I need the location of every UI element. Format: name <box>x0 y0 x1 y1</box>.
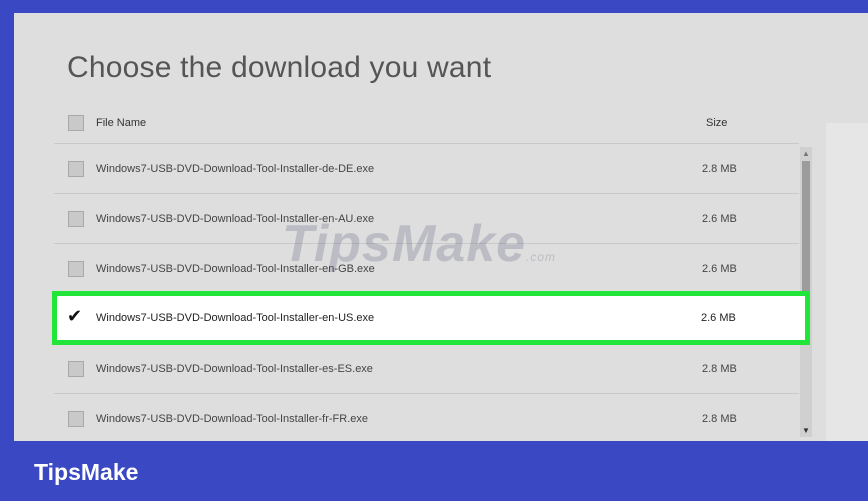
brand-bar: TipsMake <box>0 441 868 501</box>
scroll-up-arrow-icon[interactable]: ▲ <box>802 149 810 158</box>
file-name: Windows7-USB-DVD-Download-Tool-Installer… <box>96 363 373 375</box>
file-row[interactable]: Windows7-USB-DVD-Download-Tool-Installer… <box>54 143 799 194</box>
page-title: Choose the download you want <box>67 51 492 84</box>
file-list: Windows7-USB-DVD-Download-Tool-Installer… <box>52 143 810 441</box>
file-checkbox-checked[interactable]: ✔ <box>67 306 84 326</box>
file-size: 2.6 MB <box>702 263 737 275</box>
scrollbar-thumb[interactable] <box>802 161 810 311</box>
list-header: File Name Size <box>66 111 806 135</box>
file-row-selected[interactable]: ✔ Windows7-USB-DVD-Download-Tool-Install… <box>52 291 810 345</box>
select-all-checkbox[interactable] <box>68 115 84 131</box>
watermark: TipsMake.com <box>282 215 557 273</box>
file-name: Windows7-USB-DVD-Download-Tool-Installer… <box>96 312 375 324</box>
file-row[interactable]: Windows7-USB-DVD-Download-Tool-Installer… <box>54 393 799 441</box>
file-name: Windows7-USB-DVD-Download-Tool-Installer… <box>96 163 375 175</box>
file-name: Windows7-USB-DVD-Download-Tool-Installer… <box>96 413 369 425</box>
file-checkbox[interactable] <box>68 161 84 177</box>
column-header-file-name: File Name <box>96 117 147 129</box>
column-header-size: Size <box>706 117 728 129</box>
file-size: 2.8 MB <box>702 163 737 175</box>
file-size: 2.8 MB <box>702 363 737 375</box>
file-size: 2.6 MB <box>701 312 736 324</box>
file-size: 2.8 MB <box>702 413 737 425</box>
scroll-down-arrow-icon[interactable]: ▼ <box>802 426 810 435</box>
file-checkbox[interactable] <box>68 361 84 377</box>
file-checkbox[interactable] <box>68 411 84 427</box>
brand-logo-text: TipsMake <box>34 459 139 485</box>
file-row[interactable]: Windows7-USB-DVD-Download-Tool-Installer… <box>54 343 799 394</box>
checkmark-icon: ✔ <box>67 306 83 326</box>
file-checkbox[interactable] <box>68 261 84 277</box>
file-size: 2.6 MB <box>702 213 737 225</box>
side-panel <box>826 123 868 441</box>
file-checkbox[interactable] <box>68 211 84 227</box>
